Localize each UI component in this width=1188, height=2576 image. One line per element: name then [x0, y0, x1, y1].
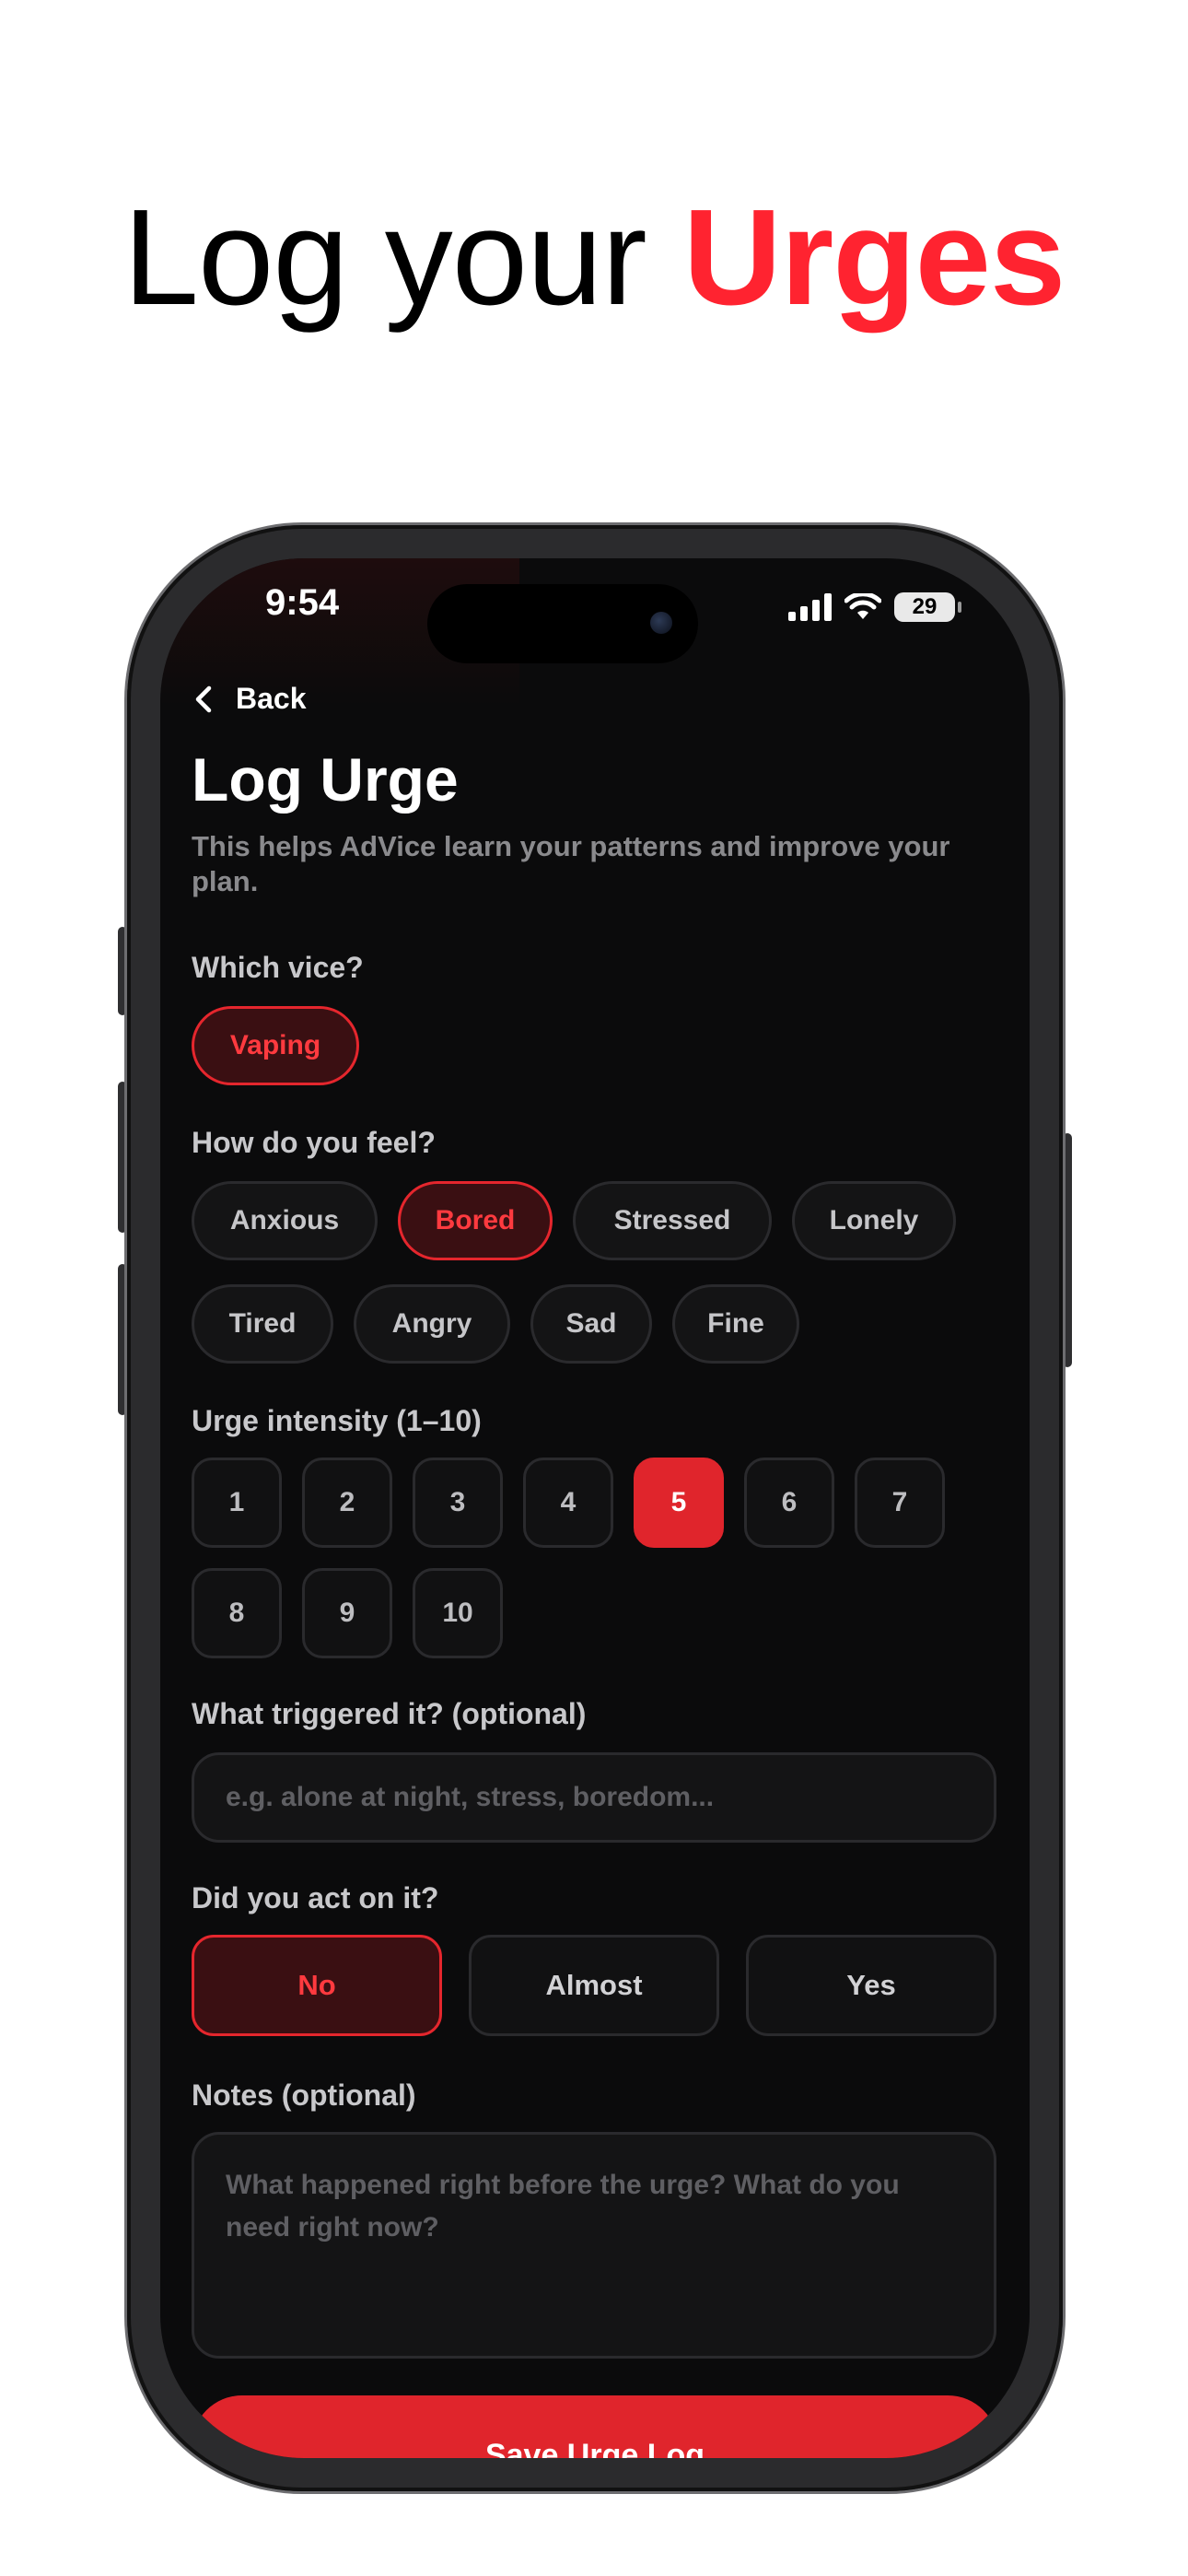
feel-option-lonely[interactable]: Lonely — [792, 1181, 956, 1260]
trigger-label: What triggered it? (optional) — [192, 1697, 587, 1730]
feel-option-tired[interactable]: Tired — [192, 1284, 333, 1364]
feel-option-anxious[interactable]: Anxious — [192, 1181, 378, 1260]
back-button[interactable]: Back — [192, 682, 307, 716]
notes-placeholder: What happened right before the urge? Wha… — [226, 2170, 900, 2242]
save-urge-log-button[interactable]: Save Urge Log — [192, 2395, 998, 2458]
intensity-option-5[interactable]: 5 — [634, 1458, 724, 1548]
vice-label: Which vice? — [192, 951, 364, 984]
headline: Log your Urges — [0, 180, 1188, 336]
page-title: Log Urge — [192, 745, 459, 814]
notes-textarea[interactable]: What happened right before the urge? Wha… — [192, 2132, 996, 2359]
battery-icon: 29 — [894, 592, 961, 622]
acted-option-almost[interactable]: Almost — [469, 1935, 719, 2036]
feel-option-angry[interactable]: Angry — [354, 1284, 510, 1364]
headline-plain: Log your — [122, 181, 683, 334]
volume-up-button — [118, 1082, 127, 1233]
save-label: Save Urge Log — [484, 2438, 705, 2458]
action-button — [118, 927, 127, 1015]
acted-option-no[interactable]: No — [192, 1935, 442, 2036]
intensity-label: Urge intensity (1–10) — [192, 1404, 482, 1437]
back-label: Back — [236, 682, 307, 715]
feel-option-sad[interactable]: Sad — [530, 1284, 652, 1364]
intensity-option-7[interactable]: 7 — [855, 1458, 945, 1548]
headline-accent: Urges — [682, 181, 1066, 334]
trigger-input[interactable]: e.g. alone at night, stress, boredom... — [192, 1752, 996, 1843]
intensity-option-6[interactable]: 6 — [744, 1458, 834, 1548]
feel-option-bored[interactable]: Bored — [398, 1181, 553, 1260]
intensity-option-8[interactable]: 8 — [192, 1568, 282, 1658]
trigger-placeholder: e.g. alone at night, stress, boredom... — [226, 1782, 715, 1812]
feel-option-fine[interactable]: Fine — [672, 1284, 799, 1364]
notes-label: Notes (optional) — [192, 2078, 416, 2112]
page-subtitle: This helps AdVice learn your patterns an… — [192, 830, 950, 897]
signal-icon — [788, 593, 832, 621]
volume-down-button — [118, 1264, 127, 1415]
acted-label: Did you act on it? — [192, 1881, 439, 1914]
intensity-option-10[interactable]: 10 — [413, 1568, 503, 1658]
intensity-option-4[interactable]: 4 — [523, 1458, 613, 1548]
wifi-icon — [844, 593, 881, 619]
acted-option-yes[interactable]: Yes — [746, 1935, 996, 2036]
status-time: 9:54 — [265, 582, 340, 623]
feel-label: How do you feel? — [192, 1126, 436, 1159]
intensity-option-2[interactable]: 2 — [302, 1458, 392, 1548]
power-button — [1063, 1133, 1072, 1367]
status-icons: 29 — [788, 591, 961, 623]
chevron-left-icon — [195, 685, 212, 712]
intensity-option-3[interactable]: 3 — [413, 1458, 503, 1548]
camera-icon — [650, 612, 672, 634]
feel-option-stressed[interactable]: Stressed — [573, 1181, 772, 1260]
intensity-option-9[interactable]: 9 — [302, 1568, 392, 1658]
intensity-option-1[interactable]: 1 — [192, 1458, 282, 1548]
vice-option-vaping[interactable]: Vaping — [192, 1006, 359, 1085]
dynamic-island — [427, 584, 698, 663]
